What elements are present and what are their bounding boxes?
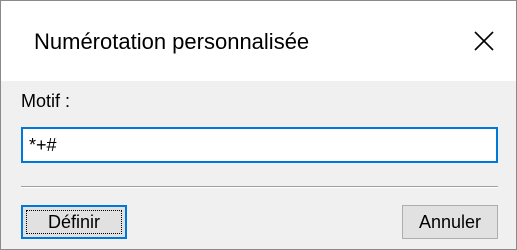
cancel-button[interactable]: Annuler	[402, 205, 498, 239]
motif-label: Motif :	[21, 91, 71, 111]
close-button[interactable]	[452, 1, 516, 81]
focus-ring	[26, 210, 122, 234]
title-bar: Numérotation personnalisée	[1, 1, 516, 81]
cancel-button-label: Annuler	[418, 211, 482, 232]
motif-input[interactable]	[21, 127, 498, 163]
define-button[interactable]: Définir	[21, 205, 127, 239]
close-icon	[474, 31, 494, 51]
dialog-title: Numérotation personnalisée	[34, 29, 310, 54]
custom-numbering-dialog: Numérotation personnalisée Motif : Défin…	[0, 0, 517, 250]
separator	[21, 186, 498, 188]
